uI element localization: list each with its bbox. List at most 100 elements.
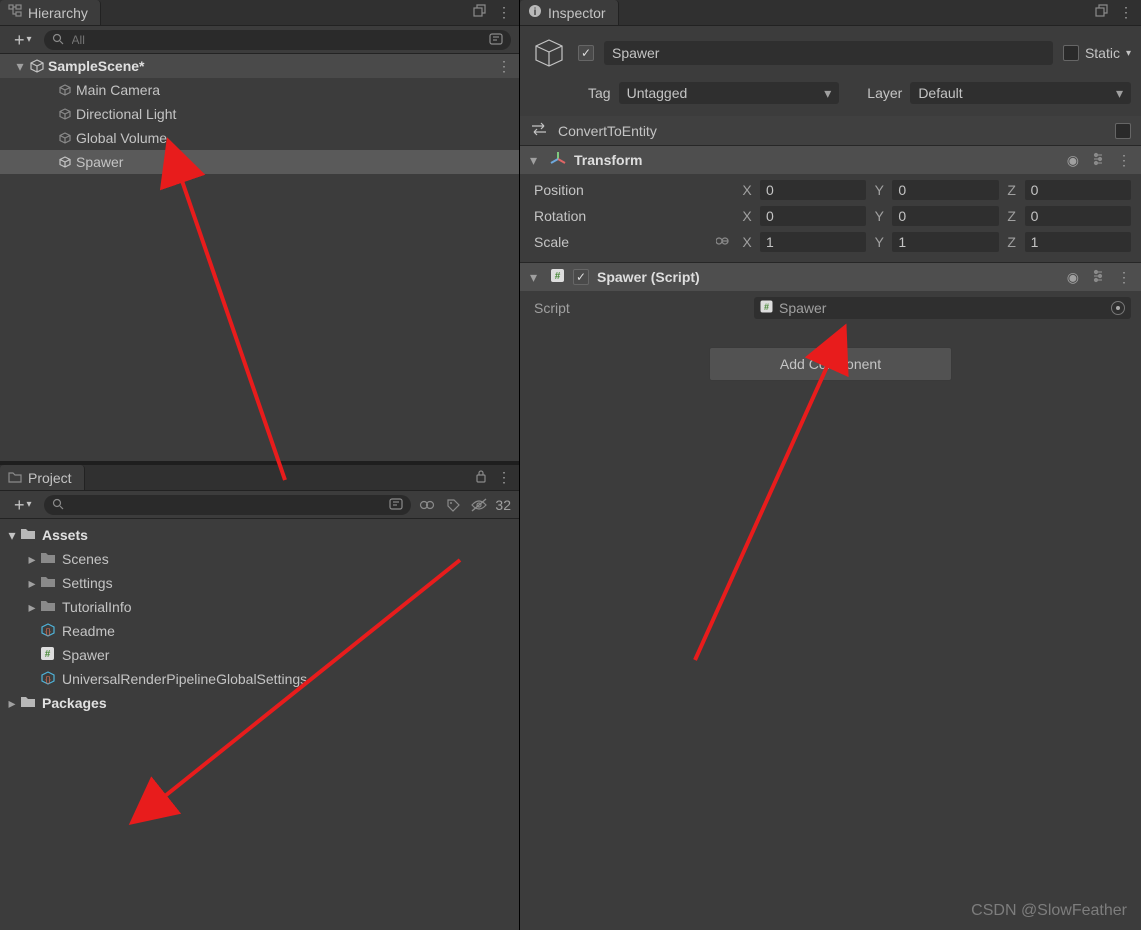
convert-checkbox[interactable] [1115, 123, 1131, 139]
project-asset-script[interactable]: # Spawer [0, 643, 519, 667]
layer-dropdown[interactable]: Default ▾ [910, 82, 1131, 104]
layer-label: Layer [867, 85, 902, 101]
convert-label: ConvertToEntity [558, 123, 657, 139]
hidden-toggle-icon[interactable] [469, 495, 489, 515]
hierarchy-item[interactable]: Main Camera [0, 78, 519, 102]
object-name-input[interactable]: Spawer [604, 41, 1053, 65]
search-icon [52, 497, 64, 513]
position-y[interactable]: 0 [892, 180, 998, 200]
rotation-x[interactable]: 0 [760, 206, 866, 226]
kebab-icon[interactable]: ⋮ [1119, 4, 1133, 21]
preset-icon[interactable] [1091, 269, 1105, 286]
kebab-icon[interactable]: ⋮ [497, 58, 511, 75]
project-tab-label: Project [28, 470, 72, 486]
chevron-down-icon: ▾ [27, 34, 32, 45]
component-enabled-checkbox[interactable]: ✓ [573, 269, 589, 285]
foldout-icon[interactable]: ▾ [4, 527, 20, 544]
project-asset[interactable]: {} Readme [0, 619, 519, 643]
project-search-input[interactable] [70, 497, 384, 513]
static-checkbox[interactable] [1063, 45, 1079, 61]
project-folder[interactable]: ▸ Scenes [0, 547, 519, 571]
hierarchy-item-selected[interactable]: Spawer [0, 150, 519, 174]
script-component: ▾ # ✓ Spawer (Script) ◉ ⋮ Script [520, 262, 1141, 329]
gameobject-icon[interactable] [530, 34, 568, 72]
script-field-label: Script [534, 300, 744, 316]
tag-dropdown[interactable]: Untagged ▾ [619, 82, 840, 104]
create-button[interactable]: + ▾ [8, 31, 38, 49]
project-folder[interactable]: ▸ TutorialInfo [0, 595, 519, 619]
filter-type-icon[interactable] [417, 495, 437, 515]
create-button[interactable]: + ▾ [8, 496, 38, 514]
axis-z: Z [1005, 208, 1019, 224]
help-icon[interactable]: ◉ [1067, 152, 1079, 169]
project-tree[interactable]: ▾ Assets ▸ Scenes ▸ Settings ▸ TutorialI… [0, 519, 519, 930]
popout-icon[interactable] [1095, 4, 1109, 21]
project-toolbar: + ▾ 32 [0, 491, 519, 519]
kebab-icon[interactable]: ⋮ [1117, 152, 1131, 169]
help-icon[interactable]: ◉ [1067, 269, 1079, 286]
hierarchy-search-input[interactable] [70, 32, 483, 48]
active-checkbox[interactable]: ✓ [578, 45, 594, 61]
gameobject-icon [56, 82, 74, 98]
search-mode-icon[interactable] [389, 497, 403, 513]
hierarchy-tab-strip: Hierarchy ⋮ [0, 0, 519, 26]
rotation-z[interactable]: 0 [1025, 206, 1131, 226]
scale-z[interactable]: 1 [1025, 232, 1131, 252]
search-icon [52, 32, 64, 48]
popout-icon[interactable] [473, 4, 487, 21]
add-component-button[interactable]: Add Component [709, 347, 952, 381]
hierarchy-tab[interactable]: Hierarchy [0, 0, 101, 25]
hierarchy-item[interactable]: Directional Light [0, 102, 519, 126]
lock-icon[interactable] [475, 469, 487, 486]
kebab-icon[interactable]: ⋮ [1117, 269, 1131, 286]
scene-label: SampleScene* [46, 58, 145, 74]
search-mode-icon[interactable] [489, 32, 503, 48]
project-asset[interactable]: {} UniversalRenderPipelineGlobalSettings [0, 667, 519, 691]
transform-title: Transform [574, 152, 1059, 168]
asset-label: Readme [58, 623, 115, 639]
filter-label-icon[interactable] [443, 495, 463, 515]
hierarchy-item-label: Main Camera [74, 82, 160, 98]
hierarchy-search[interactable] [44, 30, 511, 50]
folder-icon [40, 551, 58, 567]
axis-x: X [740, 208, 754, 224]
axis-z: Z [1005, 182, 1019, 198]
inspector-tab[interactable]: i Inspector [520, 0, 619, 25]
hierarchy-item[interactable]: Global Volume [0, 126, 519, 150]
script-field[interactable]: # Spawer [754, 297, 1131, 319]
project-search[interactable] [44, 495, 412, 515]
chevron-down-icon[interactable]: ▾ [1126, 48, 1131, 59]
scale-x[interactable]: 1 [760, 232, 866, 252]
hierarchy-item-label: Directional Light [74, 106, 176, 122]
foldout-icon[interactable]: ▾ [530, 152, 542, 169]
assets-folder[interactable]: ▾ Assets [0, 523, 519, 547]
project-tab-strip: Project ⋮ [0, 465, 519, 491]
script-icon: # [550, 268, 565, 286]
kebab-icon[interactable]: ⋮ [497, 4, 511, 21]
project-folder[interactable]: ▸ Settings [0, 571, 519, 595]
foldout-icon[interactable]: ▸ [24, 551, 40, 568]
position-x[interactable]: 0 [760, 180, 866, 200]
preset-icon[interactable] [1091, 152, 1105, 169]
object-name-value: Spawer [612, 45, 659, 61]
object-picker-icon[interactable] [1111, 301, 1125, 315]
rotation-y[interactable]: 0 [892, 206, 998, 226]
scale-y[interactable]: 1 [892, 232, 998, 252]
hierarchy-tree[interactable]: ▾ SampleScene* ⋮ Main Camera Directional… [0, 54, 519, 461]
foldout-icon[interactable]: ▾ [530, 269, 542, 286]
foldout-icon[interactable]: ▸ [4, 695, 20, 712]
position-z[interactable]: 0 [1025, 180, 1131, 200]
kebab-icon[interactable]: ⋮ [497, 469, 511, 486]
constrain-icon[interactable] [716, 234, 734, 250]
script-component-header[interactable]: ▾ # ✓ Spawer (Script) ◉ ⋮ [520, 263, 1141, 291]
transform-header[interactable]: ▾ Transform ◉ ⋮ [520, 146, 1141, 174]
scene-row[interactable]: ▾ SampleScene* ⋮ [0, 54, 519, 78]
project-tab[interactable]: Project [0, 465, 85, 490]
foldout-icon[interactable]: ▸ [24, 575, 40, 592]
foldout-icon[interactable]: ▾ [12, 58, 28, 75]
convert-to-entity-row: ConvertToEntity [520, 116, 1141, 145]
svg-text:#: # [764, 302, 769, 312]
packages-folder[interactable]: ▸ Packages [0, 691, 519, 715]
gameobject-icon [56, 154, 74, 170]
foldout-icon[interactable]: ▸ [24, 599, 40, 616]
